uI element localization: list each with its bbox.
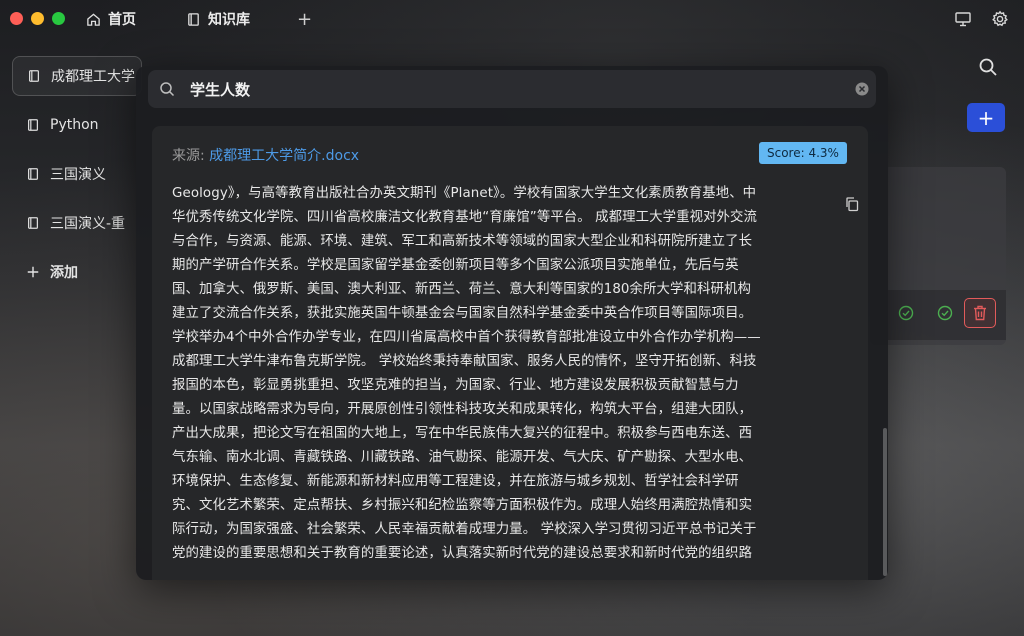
clear-icon[interactable] bbox=[855, 82, 869, 96]
sidebar-item-python[interactable]: Python bbox=[12, 105, 142, 145]
window-controls bbox=[10, 12, 65, 25]
copy-icon[interactable] bbox=[844, 196, 860, 212]
sidebar-item-label: 三国演义 bbox=[50, 167, 106, 183]
check-circle-icon[interactable] bbox=[898, 305, 914, 321]
add-document-button[interactable]: + bbox=[967, 103, 1005, 132]
tab-knowledge-base[interactable]: 知识库 bbox=[186, 9, 250, 29]
delete-button[interactable] bbox=[964, 298, 996, 328]
content-line: 气东输、南水北调、青藏铁路、川藏铁路、油气勘探、能源开发、气大庆、矿产勘探、大型… bbox=[172, 450, 753, 465]
content-line: 究、文化艺术繁荣、定点帮扶、乡村振兴和纪检监察等方面积极作为。成理人始终用满腔热… bbox=[172, 498, 753, 513]
search-result-card[interactable]: 来源: 成都理工大学简介.docx Score: 4.3% Geology》，与… bbox=[152, 126, 868, 580]
content-line: 与合作，与资源、能源、环境、建筑、军工和高新技术等领域的国家大型企业和科研院所建… bbox=[172, 234, 753, 249]
book-icon bbox=[188, 12, 199, 26]
search-input[interactable] bbox=[190, 76, 830, 102]
sidebar-item-label: 成都理工大学 bbox=[51, 69, 135, 85]
score-badge: Score: 4.3% bbox=[759, 142, 847, 164]
content-line: 党的建设的重要思想和关于教育的重要论述，认真落实新时代党的建设总要求和新时代党的… bbox=[172, 546, 753, 561]
tab-home-label: 首页 bbox=[108, 12, 136, 28]
search-bar bbox=[148, 70, 876, 108]
maximize-window-button[interactable] bbox=[52, 12, 65, 25]
content-line: Geology》，与高等教育出版社合办英文期刊《Planet》。学校有国家大学生… bbox=[172, 186, 757, 201]
modal-scrollbar[interactable] bbox=[883, 428, 887, 576]
sidebar-item-label: Python bbox=[50, 117, 99, 133]
book-icon bbox=[28, 168, 38, 180]
tab-home[interactable]: 首页 bbox=[86, 9, 136, 29]
search-icon[interactable] bbox=[978, 57, 998, 77]
trash-icon bbox=[974, 305, 986, 321]
tab-knowledge-base-label: 知识库 bbox=[208, 12, 250, 28]
sidebar-item-label: 三国演义-重 bbox=[50, 216, 126, 232]
result-source: 来源: 成都理工大学简介.docx bbox=[172, 145, 359, 165]
title-bar: 首页 知识库 + bbox=[0, 0, 1024, 38]
knowledge-base-sidebar: 成都理工大学 Python 三国演义 三国演义-重 添加 bbox=[12, 56, 142, 301]
search-modal: 来源: 成都理工大学简介.docx Score: 4.3% Geology》，与… bbox=[136, 66, 888, 580]
source-file-link[interactable]: 成都理工大学简介.docx bbox=[209, 148, 359, 164]
gear-icon[interactable] bbox=[991, 10, 1009, 28]
content-line: 产出大成果，把论文写在祖国的大地上，写在中华民族伟大复兴的征程中。积极参与西电东… bbox=[172, 426, 753, 441]
book-icon bbox=[28, 217, 38, 229]
content-line: 华优秀传统文化学院、四川省高校廉洁文化教育基地“育廉馆”等平台。 成都理工大学重… bbox=[172, 210, 758, 225]
close-window-button[interactable] bbox=[10, 12, 23, 25]
sidebar-add-label: 添加 bbox=[50, 265, 78, 281]
content-line: 报国的本色，彰显勇挑重担、攻坚克难的担当，为国家、行业、地方建设发展积极贡献智慧… bbox=[172, 378, 739, 393]
content-line: 学校举办4个中外合作办学专业，在四川省属高校中首个获得教育部批准设立中外合作办学… bbox=[172, 330, 761, 345]
content-line: 环境保护、生态修复、新能源和新材料应用等工程建设，并在旅游与城乡规划、哲学社会科… bbox=[172, 474, 739, 489]
search-icon bbox=[160, 82, 175, 97]
book-icon bbox=[28, 119, 38, 131]
plus-icon bbox=[27, 266, 39, 278]
check-circle-icon[interactable] bbox=[937, 305, 953, 321]
minimize-window-button[interactable] bbox=[31, 12, 44, 25]
sidebar-item-sanguo[interactable]: 三国演义 bbox=[12, 154, 142, 194]
monitor-icon[interactable] bbox=[954, 10, 972, 28]
sidebar-item-cdut[interactable]: 成都理工大学 bbox=[12, 56, 142, 96]
content-line: 建立了交流合作关系，获批实施英国牛顿基金会与国家自然科学基金委中英合作项目等国际… bbox=[172, 306, 753, 321]
sidebar-add-button[interactable]: 添加 bbox=[12, 252, 142, 292]
home-icon bbox=[87, 12, 100, 26]
content-line: 国、加拿大、俄罗斯、美国、澳大利亚、新西兰、荷兰、意大利等国家的180余所大学和… bbox=[172, 282, 751, 297]
result-content: Geology》，与高等教育出版社合办英文期刊《Planet》。学校有国家大学生… bbox=[172, 182, 852, 566]
book-icon bbox=[29, 70, 39, 82]
content-line: 量。以国家战略需求为导向，开展原创性引领性科技攻关和成果转化，构筑大平台，组建大… bbox=[172, 402, 753, 417]
sidebar-item-sanguo-2[interactable]: 三国演义-重 bbox=[12, 203, 142, 243]
content-line: 成都理工大学牛津布鲁克斯学院。 学校始终秉持奉献国家、服务人民的情怀，坚守开拓创… bbox=[172, 354, 757, 369]
content-line: 际行动，为国家强盛、社会繁荣、人民幸福贡献着成理力量。 学校深入学习贯彻习近平总… bbox=[172, 522, 757, 537]
content-line: 期的产学研合作关系。学校是国家留学基金委创新项目等多个国家公派项目实施单位，先后… bbox=[172, 258, 739, 273]
new-tab-button[interactable]: + bbox=[297, 9, 312, 30]
source-prefix: 来源: bbox=[172, 148, 210, 164]
